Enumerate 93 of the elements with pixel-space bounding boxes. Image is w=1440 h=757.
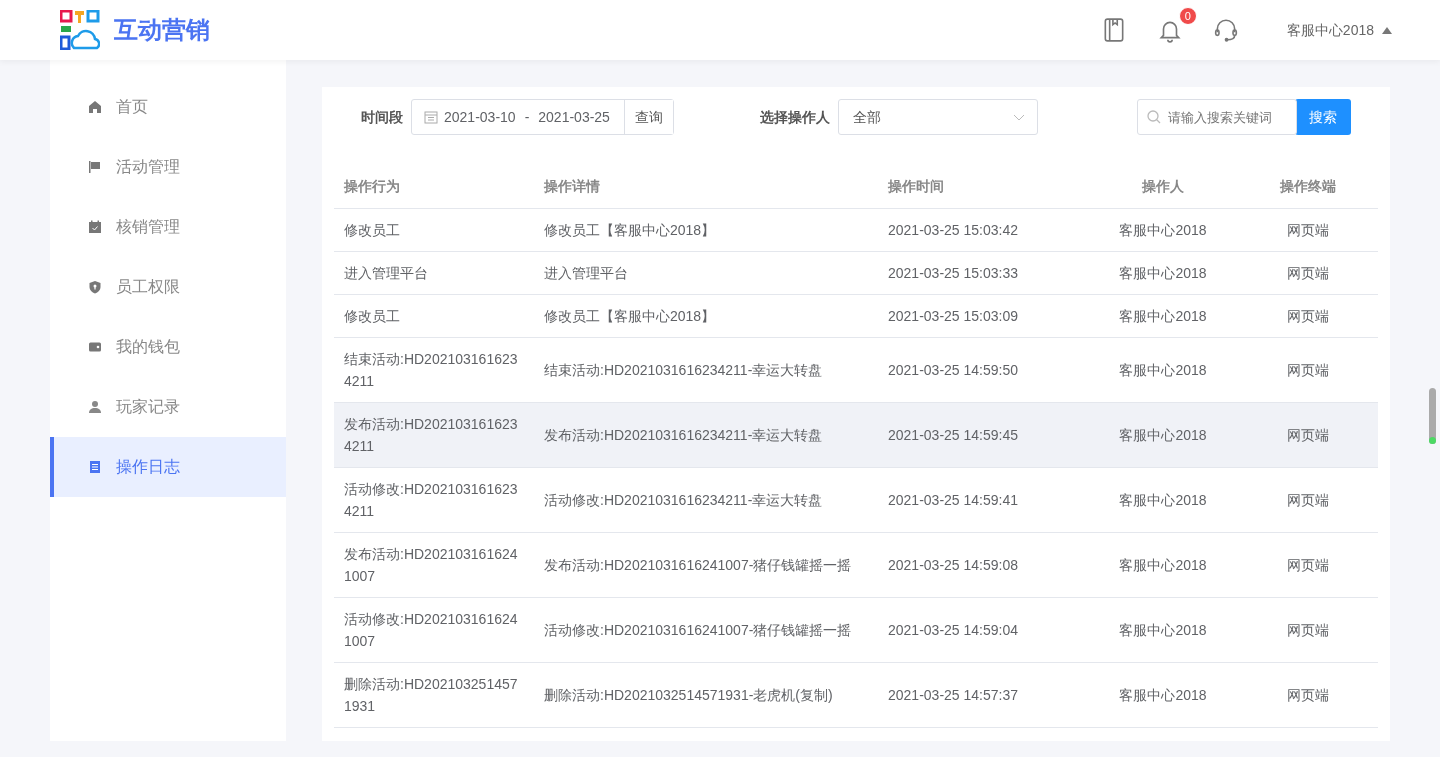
table-row[interactable]: 删除活动:HD2021032514571931 删除活动:HD2021032514571931-老虎机(复制) 2021-03-25 14:57:37 客服中心2018 网页端 bbox=[334, 662, 1378, 727]
user-name[interactable]: 客服中心2018 bbox=[1286, 19, 1374, 41]
table-cell: 发布活动:HD2021031616241007 bbox=[334, 532, 534, 597]
calendar-icon bbox=[424, 110, 438, 124]
calendar-check-icon bbox=[88, 220, 102, 234]
sidebar-item[interactable]: 核销管理 bbox=[50, 197, 286, 257]
table-cell: 进入管理平台 bbox=[534, 251, 878, 294]
date-end: 2021-03-25 bbox=[538, 107, 610, 127]
table-cell: 网页端 bbox=[1238, 597, 1378, 662]
table-cell: 修改员工 bbox=[334, 208, 534, 251]
scroll-indicator bbox=[1429, 388, 1436, 444]
table-row[interactable]: 进入管理平台 进入管理平台 2021-03-25 15:03:33 客服中心2018 网页端 bbox=[334, 251, 1378, 294]
table-cell: 活动修改:HD2021031616234211 bbox=[334, 467, 534, 532]
table-cell: 修改员工【客服中心2018】 bbox=[534, 294, 878, 337]
table-cell: 修改员工【客服中心2018】 bbox=[534, 208, 878, 251]
table-cell: 发布活动:HD2021031616234211-幸运大转盘 bbox=[534, 402, 878, 467]
operator-select[interactable]: 全部 bbox=[837, 99, 1038, 135]
table-cell: 2021-03-25 14:59:45 bbox=[878, 402, 1088, 467]
column-header: 操作行为 bbox=[334, 165, 534, 208]
table-cell: 网页端 bbox=[1238, 251, 1378, 294]
filter-label: 时间段 bbox=[361, 107, 403, 127]
table-cell: 活动修改:HD2021031616234211-幸运大转盘 bbox=[534, 467, 878, 532]
table-cell: 2021-03-25 15:03:42 bbox=[878, 208, 1088, 251]
document-icon bbox=[88, 460, 102, 474]
table-row[interactable]: 修改员工 修改员工【客服中心2018】 2021-03-25 15:03:09 客服中心2018 网页端 bbox=[334, 294, 1378, 337]
date-start: 2021-03-10 bbox=[444, 107, 516, 127]
table-cell: 客服中心2018 bbox=[1088, 208, 1238, 251]
table-row[interactable]: 修改员工 修改员工【客服中心2018】 2021-03-25 15:03:42 客服中心2018 网页端 bbox=[334, 208, 1378, 251]
column-header: 操作时间 bbox=[878, 165, 1088, 208]
table-cell: 活动修改:HD2021031616241007 bbox=[334, 597, 534, 662]
notification-count: 0 bbox=[1178, 7, 1197, 25]
logo-icon bbox=[60, 10, 100, 50]
headset-icon[interactable] bbox=[1212, 17, 1239, 43]
table-cell: 客服中心2018 bbox=[1088, 337, 1238, 402]
table-cell: 网页端 bbox=[1238, 402, 1378, 467]
table-cell: 2021-03-25 14:59:04 bbox=[878, 597, 1088, 662]
column-header: 操作人 bbox=[1088, 165, 1238, 208]
select-value: 全部 bbox=[852, 107, 881, 127]
sidebar-item[interactable]: 活动管理 bbox=[50, 137, 286, 197]
table-row[interactable]: 发布活动:HD2021031616241007 发布活动:HD2021031616241007-猪仔钱罐摇一摇 2021-03-25 14:59:08 客服中心2018 网页端 bbox=[334, 532, 1378, 597]
search-icon bbox=[1147, 110, 1161, 124]
app-title: 互动营销 bbox=[114, 15, 210, 45]
table-cell: 网页端 bbox=[1238, 467, 1378, 532]
date-range-field[interactable]: 2021-03-10 - 2021-03-25 查询 bbox=[411, 99, 674, 135]
wallet-icon bbox=[88, 340, 102, 354]
table-cell: 客服中心2018 bbox=[1088, 467, 1238, 532]
chevron-down-icon bbox=[1012, 113, 1025, 121]
table-cell: 客服中心2018 bbox=[1088, 532, 1238, 597]
table-cell: 客服中心2018 bbox=[1088, 662, 1238, 727]
search-field[interactable]: 请输入搜索关键词 bbox=[1137, 99, 1297, 135]
sidebar-item[interactable]: 员工权限 bbox=[50, 257, 286, 317]
date-separator: - bbox=[524, 107, 530, 127]
sidebar-item[interactable]: 操作日志 bbox=[50, 437, 286, 497]
table-cell: 2021-03-25 15:03:09 bbox=[878, 294, 1088, 337]
column-header: 操作终端 bbox=[1238, 165, 1378, 208]
table-cell: 修改员工 bbox=[334, 294, 534, 337]
query-button[interactable]: 查询 bbox=[623, 100, 673, 134]
table-cell: 客服中心2018 bbox=[1088, 597, 1238, 662]
table-row[interactable]: 发布活动:HD2021031616234211 发布活动:HD2021031616234211-幸运大转盘 2021-03-25 14:59:45 客服中心2018 网页端 bbox=[334, 402, 1378, 467]
table-cell: 删除活动:HD2021032514571931-老虎机(复制) bbox=[534, 662, 878, 727]
table-cell: 网页端 bbox=[1238, 662, 1378, 727]
table-cell: 2021-03-25 14:57:37 bbox=[878, 662, 1088, 727]
sidebar-item[interactable]: 首页 bbox=[50, 77, 286, 137]
caret-icon[interactable] bbox=[1382, 26, 1392, 34]
user-icon bbox=[88, 400, 102, 414]
table-cell: 网页端 bbox=[1238, 208, 1378, 251]
table-cell: 2021-03-25 14:59:08 bbox=[878, 532, 1088, 597]
table-cell: 2021-03-25 14:59:50 bbox=[878, 337, 1088, 402]
flag-icon bbox=[88, 160, 102, 174]
table-cell: 网页端 bbox=[1238, 337, 1378, 402]
shield-icon bbox=[88, 280, 102, 294]
table-cell: 网页端 bbox=[1238, 294, 1378, 337]
table-cell: 进入管理平台 bbox=[334, 251, 534, 294]
table-cell: 2021-03-25 15:03:33 bbox=[878, 251, 1088, 294]
table-row[interactable]: 活动修改:HD2021031616234211 活动修改:HD2021031616234211-幸运大转盘 2021-03-25 14:59:41 客服中心2018 网页端 bbox=[334, 467, 1378, 532]
table-cell: 活动修改:HD2021031616241007-猪仔钱罐摇一摇 bbox=[534, 597, 878, 662]
table-cell: 结束活动:HD2021031616234211 bbox=[334, 337, 534, 402]
table-cell: 发布活动:HD2021031616241007-猪仔钱罐摇一摇 bbox=[534, 532, 878, 597]
table-row[interactable]: 活动修改:HD2021031616241007 活动修改:HD2021031616241007-猪仔钱罐摇一摇 2021-03-25 14:59:04 客服中心2018 网页端 bbox=[334, 597, 1378, 662]
filter-label: 选择操作人 bbox=[759, 107, 830, 127]
table-cell: 发布活动:HD2021031616234211 bbox=[334, 402, 534, 467]
sidebar-item[interactable]: 我的钱包 bbox=[50, 317, 286, 377]
table-cell: 删除活动:HD2021032514571931 bbox=[334, 662, 534, 727]
table-cell: 客服中心2018 bbox=[1088, 402, 1238, 467]
table-cell: 结束活动:HD2021031616234211-幸运大转盘 bbox=[534, 337, 878, 402]
table-cell: 客服中心2018 bbox=[1088, 294, 1238, 337]
table-cell: 网页端 bbox=[1238, 532, 1378, 597]
home-icon bbox=[88, 100, 102, 114]
column-header: 操作详情 bbox=[534, 165, 878, 208]
table-cell: 客服中心2018 bbox=[1088, 251, 1238, 294]
sidebar-item[interactable]: 玩家记录 bbox=[50, 377, 286, 437]
table-row[interactable]: 结束活动:HD2021031616234211 结束活动:HD2021031616234211-幸运大转盘 2021-03-25 14:59:50 客服中心2018 网页端 bbox=[334, 337, 1378, 402]
table-cell: 2021-03-25 14:59:41 bbox=[878, 467, 1088, 532]
